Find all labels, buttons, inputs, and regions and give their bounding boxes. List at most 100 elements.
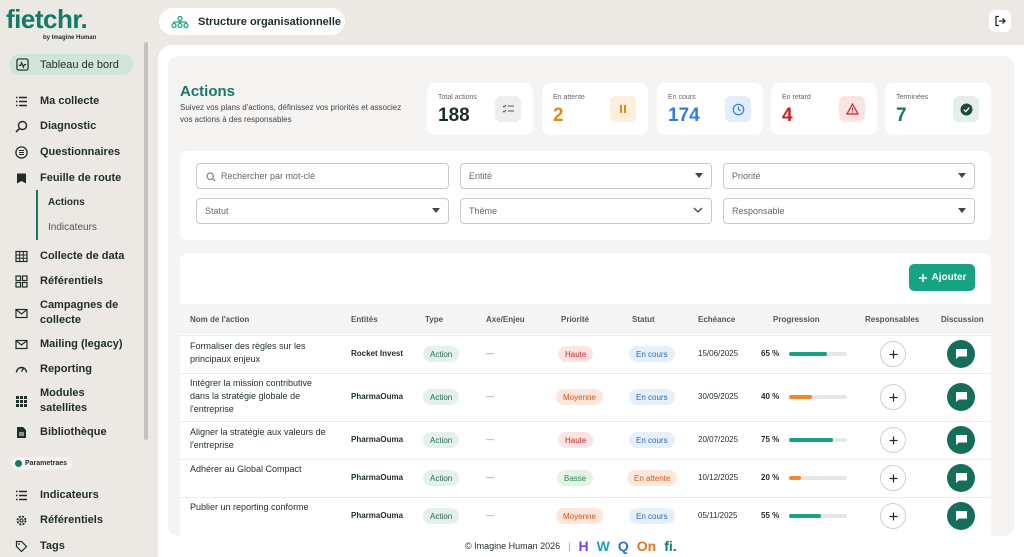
search-input[interactable]: Rechercher par mot-clé: [196, 163, 449, 189]
stat-card-2[interactable]: En cours 174: [657, 83, 763, 135]
gear-icon: [15, 460, 22, 467]
plus-icon: [889, 350, 897, 358]
action-name[interactable]: Formaliser des règles sur les principaux…: [190, 340, 330, 366]
column-header-9[interactable]: Discussion: [941, 315, 984, 324]
progress-bar: [789, 352, 847, 356]
sidebar-subitem-indicateurs[interactable]: Indicateurs: [48, 222, 97, 233]
sidebar-item-5[interactable]: Référentiels: [15, 274, 103, 288]
progress-fill: [789, 395, 813, 399]
discussion-button[interactable]: [947, 426, 975, 454]
priority-select[interactable]: Priorité: [723, 163, 975, 189]
mail-icon: [15, 338, 28, 351]
column-header-3[interactable]: Axe/Enjeu: [486, 315, 525, 324]
owner-select[interactable]: Responsable: [723, 198, 975, 224]
progress-bar: [789, 514, 847, 518]
sidebar-item-0[interactable]: Ma collecte: [15, 94, 99, 108]
sidebar-item-8[interactable]: Reporting: [15, 362, 92, 376]
column-header-5[interactable]: Statut: [632, 315, 655, 324]
priority-badge: Moyenne: [556, 508, 603, 524]
add-responsible-button[interactable]: [880, 341, 906, 367]
add-responsible-button[interactable]: [880, 503, 906, 529]
app-logo[interactable]: fietchr. by Imagine Human: [6, 6, 96, 41]
discussion-button[interactable]: [947, 383, 975, 411]
action-name[interactable]: Aligner la stratégie aux valeurs de l'en…: [190, 426, 330, 452]
logout-button[interactable]: [989, 10, 1011, 32]
action-entity: PharmaOuma: [351, 392, 404, 401]
sidebar-item-3[interactable]: Feuille de route: [15, 171, 121, 185]
add-action-button[interactable]: Ajouter: [909, 264, 975, 291]
action-entity: PharmaOuma: [351, 511, 404, 520]
sidebar-item-6[interactable]: Campagnes de collecte: [15, 298, 120, 328]
add-responsible-button[interactable]: [880, 465, 906, 491]
stat-label: En cours: [668, 94, 696, 101]
sidebar-scrollbar[interactable]: [144, 42, 148, 440]
pause-icon: [610, 96, 636, 122]
sidebar-item-10[interactable]: Bibliothèque: [15, 425, 107, 439]
entity-select[interactable]: Entité: [460, 163, 712, 189]
params-item-2[interactable]: Tags: [15, 539, 65, 553]
brand-logo-fi[interactable]: fi.: [664, 538, 676, 554]
column-header-8[interactable]: Responsables: [865, 315, 919, 324]
brand-logo-on[interactable]: On: [637, 538, 656, 554]
status-badge: En cours: [629, 432, 675, 448]
discussion-button[interactable]: [947, 502, 975, 530]
stat-value: 174: [668, 105, 700, 126]
add-responsible-button[interactable]: [880, 427, 906, 453]
clock-icon: [725, 96, 751, 122]
column-header-6[interactable]: Echéance: [698, 315, 735, 324]
caret-down-icon: [958, 208, 966, 213]
stat-card-3[interactable]: En retard 4: [771, 83, 877, 135]
sidebar-item-1[interactable]: Diagnostic: [15, 119, 96, 133]
action-entity: PharmaOuma: [351, 435, 404, 444]
column-header-4[interactable]: Priorité: [561, 315, 589, 324]
grid-icon: [15, 274, 28, 288]
discussion-button[interactable]: [947, 340, 975, 368]
params-section-badge: Parametraes: [11, 457, 74, 470]
discussion-button[interactable]: [947, 464, 975, 492]
column-header-7[interactable]: Progression: [773, 315, 820, 324]
sidebar-item-2[interactable]: Questionnaires: [15, 145, 120, 159]
axis-value: —: [486, 473, 494, 482]
chat-bubble-icon: [955, 473, 967, 483]
brand-logo-w[interactable]: W: [597, 538, 610, 554]
theme-select[interactable]: Thème: [460, 198, 712, 224]
params-badge-label: Parametraes: [25, 460, 68, 467]
sidebar-item-dashboard[interactable]: Tableau de bord: [9, 54, 133, 75]
action-name[interactable]: Adhérer au Global Compact: [190, 463, 330, 476]
action-name[interactable]: Intégrer la mission contributive dans la…: [190, 377, 330, 416]
list-circle-icon: [15, 145, 28, 159]
sidebar-item-label: Bibliothèque: [40, 426, 107, 438]
sidebar-item-7[interactable]: Mailing (legacy): [15, 337, 123, 351]
column-header-2[interactable]: Type: [425, 315, 443, 324]
stat-label: En attente: [553, 94, 585, 101]
column-header-1[interactable]: Entités: [351, 315, 378, 324]
axis-value: —: [486, 349, 494, 358]
sidebar-subitem-actions[interactable]: Actions: [48, 197, 85, 208]
stat-label: Terminées: [896, 94, 929, 101]
column-header-0[interactable]: Nom de l'action: [190, 315, 249, 324]
type-badge: Action: [423, 432, 460, 448]
brand-logo-q[interactable]: Q: [618, 538, 629, 554]
bucket-icon: [15, 172, 28, 185]
list-icon: [15, 489, 28, 502]
stat-card-4[interactable]: Terminées 7: [885, 83, 991, 135]
progress-fill: [789, 514, 821, 518]
status-select[interactable]: Statut: [196, 198, 449, 224]
stat-card-0[interactable]: Total actions 188: [427, 83, 533, 135]
sidebar-item-label: Mailing (legacy): [40, 338, 123, 350]
stat-value: 7: [896, 105, 907, 126]
params-item-0[interactable]: Indicateurs: [15, 488, 99, 502]
params-item-1[interactable]: Référentiels: [15, 513, 103, 527]
brand-logo-h[interactable]: H: [579, 538, 589, 554]
sidebar-item-9[interactable]: Modules satellites: [15, 386, 120, 416]
stat-label: En retard: [782, 94, 811, 101]
entity-select-label: Entité: [469, 171, 493, 181]
sidebar-item-4[interactable]: Collecte de data: [15, 249, 124, 263]
axis-value: —: [486, 392, 494, 401]
org-structure-button[interactable]: Structure organisationnelle: [159, 8, 345, 35]
action-name[interactable]: Publier un reporting conforme: [190, 501, 330, 514]
add-responsible-button[interactable]: [880, 384, 906, 410]
status-badge: En cours: [629, 346, 675, 362]
stat-card-1[interactable]: En attente 2: [542, 83, 648, 135]
caret-down-icon: [958, 173, 966, 178]
